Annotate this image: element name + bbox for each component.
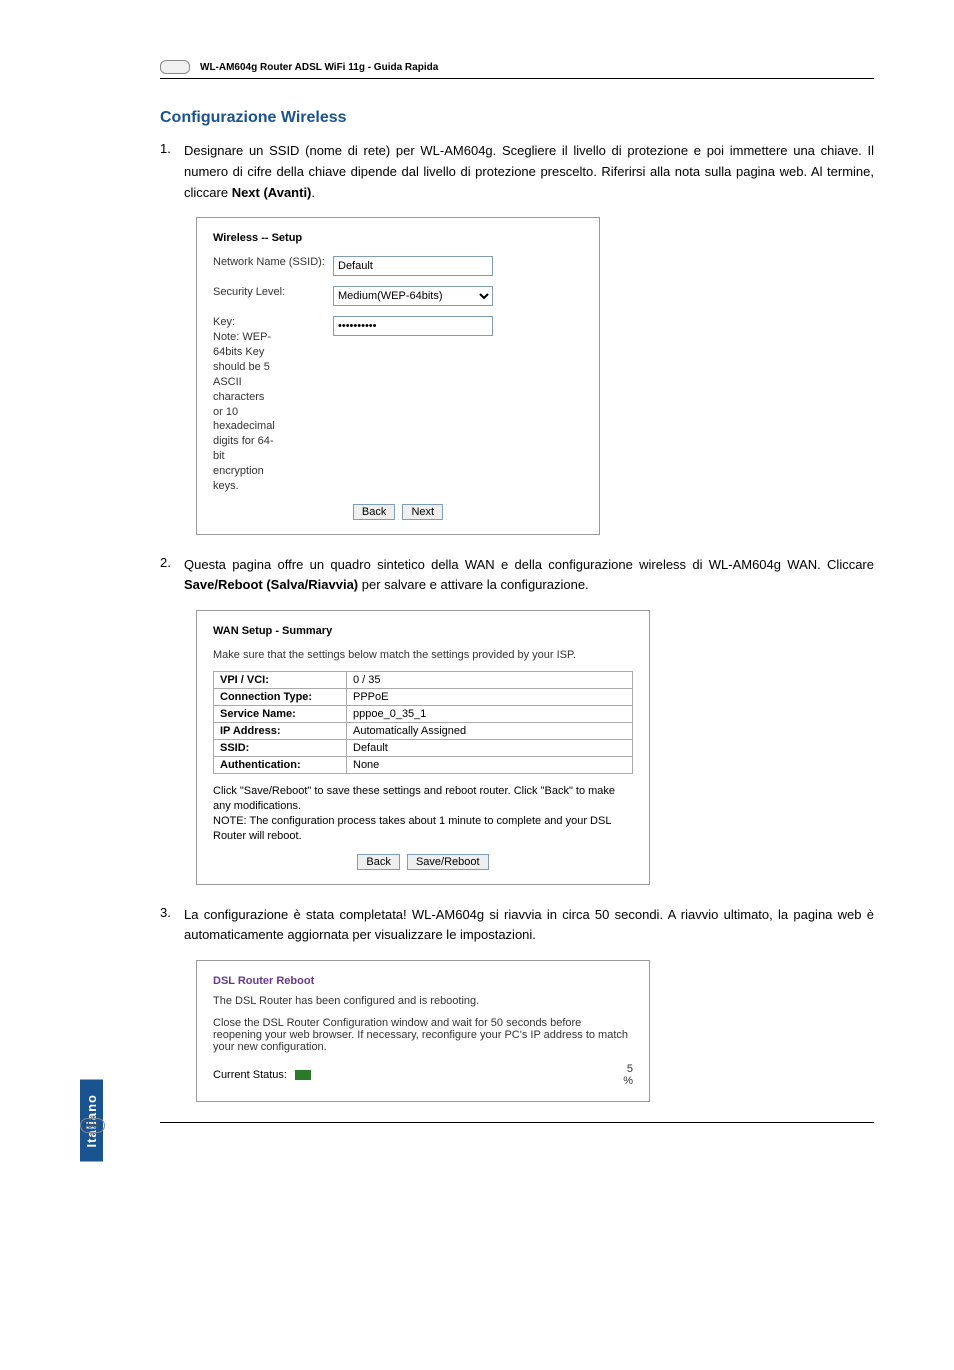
reboot-line1: The DSL Router has been configured and i… (213, 995, 633, 1007)
wan-note: Click "Save/Reboot" to save these settin… (213, 784, 633, 843)
security-level-select[interactable]: Medium(WEP-64bits) (333, 286, 493, 306)
wan-subtext: Make sure that the settings below match … (213, 649, 633, 661)
table-row: Authentication:None (214, 757, 633, 774)
security-level-label: Security Level: (213, 286, 333, 298)
reboot-panel: DSL Router Reboot The DSL Router has bee… (196, 960, 650, 1102)
page-header: WL-AM604g Router ADSL WiFi 11g - Guida R… (160, 60, 874, 79)
ssid-input[interactable] (333, 256, 493, 276)
table-row: IP Address:Automatically Assigned (214, 723, 633, 740)
step-2-text: Questa pagina offre un quadro sintetico … (184, 555, 874, 597)
footer-divider (160, 1122, 874, 1123)
step-1-number: 1. (160, 141, 184, 203)
table-row: VPI / VCI:0 / 35 (214, 672, 633, 689)
current-status-label: Current Status: (213, 1069, 287, 1081)
wan-panel-title: WAN Setup - Summary (213, 625, 633, 637)
step-2: 2. Questa pagina offre un quadro sinteti… (160, 555, 874, 597)
key-label: Key: (213, 316, 333, 328)
step-1-text: Designare un SSID (nome di rete) per WL-… (184, 141, 874, 203)
reboot-title: DSL Router Reboot (213, 975, 633, 987)
wan-back-button[interactable]: Back (357, 854, 399, 870)
next-button[interactable]: Next (402, 504, 443, 520)
step-3-number: 3. (160, 905, 184, 947)
step-2-number: 2. (160, 555, 184, 597)
progress-percent: 5 % (623, 1063, 633, 1087)
progress-bar (295, 1070, 615, 1080)
ssid-label: Network Name (SSID): (213, 256, 333, 268)
section-title: Configurazione Wireless (160, 109, 874, 127)
reboot-line2: Close the DSL Router Configuration windo… (213, 1017, 633, 1053)
wan-summary-table: VPI / VCI:0 / 35 Connection Type:PPPoE S… (213, 671, 633, 774)
table-row: Connection Type:PPPoE (214, 689, 633, 706)
wireless-setup-panel: Wireless -- Setup Network Name (SSID): S… (196, 217, 600, 534)
save-reboot-button[interactable]: Save/Reboot (407, 854, 489, 870)
wep-note: Note: WEP- 64bits Key should be 5 ASCII … (213, 330, 303, 493)
table-row: SSID:Default (214, 740, 633, 757)
wan-summary-panel: WAN Setup - Summary Make sure that the s… (196, 610, 650, 884)
key-input[interactable] (333, 316, 493, 336)
step-1: 1. Designare un SSID (nome di rete) per … (160, 141, 874, 203)
progress-bar-fill (295, 1070, 311, 1080)
header-text: WL-AM604g Router ADSL WiFi 11g - Guida R… (200, 62, 438, 73)
wireless-panel-title: Wireless -- Setup (213, 232, 583, 244)
back-button[interactable]: Back (353, 504, 395, 520)
page-number: 68 (80, 1118, 105, 1133)
step-3: 3. La configurazione è stata completata!… (160, 905, 874, 947)
router-icon (160, 60, 190, 74)
table-row: Service Name:pppoe_0_35_1 (214, 706, 633, 723)
step-3-text: La configurazione è stata completata! WL… (184, 905, 874, 947)
